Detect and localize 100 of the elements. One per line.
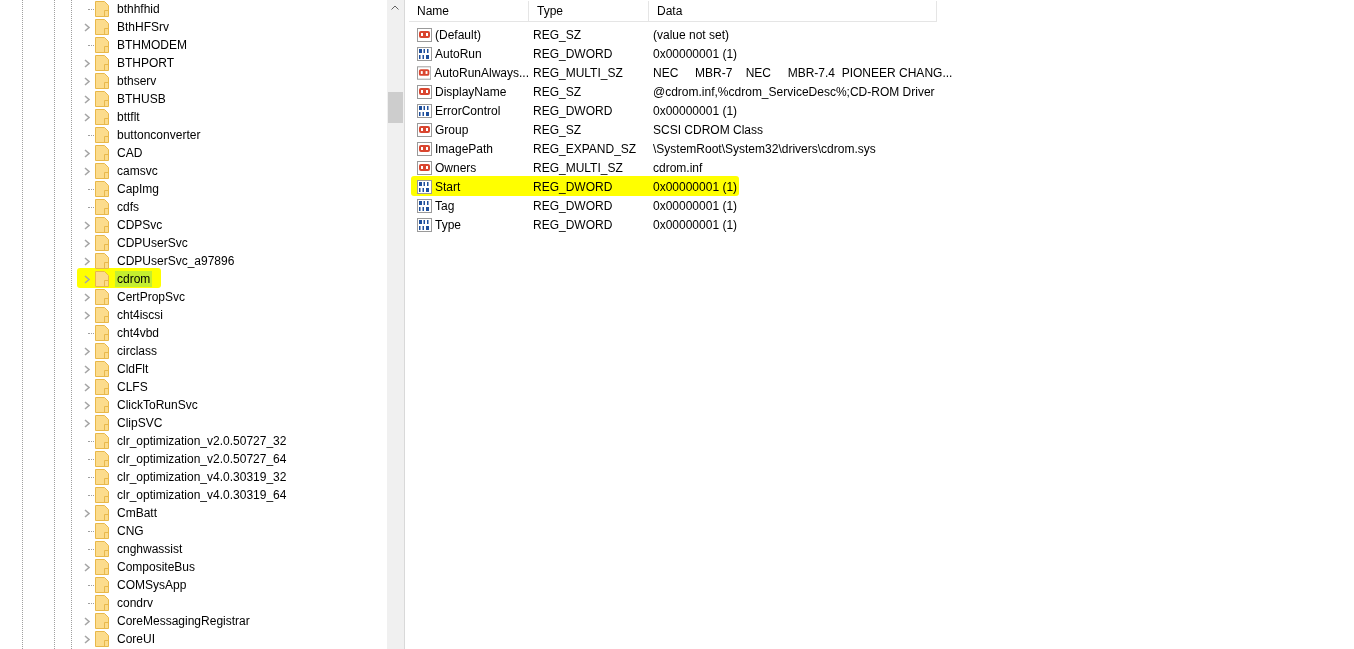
folder-icon	[95, 91, 109, 107]
tree-item[interactable]: CmBatt	[115, 505, 159, 521]
chevron-icon[interactable]	[83, 310, 91, 320]
chevron-icon[interactable]	[83, 256, 91, 266]
tree-item[interactable]: clr_optimization_v4.0.30319_32	[115, 469, 289, 485]
chevron-icon[interactable]	[83, 400, 91, 410]
string-value-icon	[417, 27, 432, 42]
column-header[interactable]: Name	[409, 0, 529, 21]
tree-item[interactable]: CldFlt	[115, 361, 151, 377]
value-name[interactable]: AutoRun	[435, 46, 482, 61]
tree-item[interactable]: clr_optimization_v2.0.50727_32	[115, 433, 289, 449]
tree-item[interactable]: CLFS	[115, 379, 150, 395]
tree-item[interactable]: ClickToRunSvc	[115, 397, 200, 413]
tree-item[interactable]: CertPropSvc	[115, 289, 188, 305]
folder-icon	[95, 307, 109, 323]
chevron-icon[interactable]	[83, 238, 91, 248]
tree-item[interactable]: CoreMessagingRegistrar	[115, 613, 252, 629]
value-type: REG_MULTI_SZ	[532, 65, 624, 80]
chevron-icon[interactable]	[83, 274, 91, 284]
chevron-icon[interactable]	[83, 58, 91, 68]
tree-item[interactable]: CDPUserSvc	[115, 235, 190, 251]
folder-icon	[95, 451, 109, 467]
value-data: 0x00000001 (1)	[652, 46, 739, 61]
tree-item[interactable]: BTHPORT	[115, 55, 177, 71]
value-type: REG_DWORD	[532, 179, 614, 194]
folder-icon	[95, 145, 109, 161]
chevron-icon[interactable]	[83, 616, 91, 626]
value-name[interactable]: ImagePath	[435, 141, 494, 156]
tree-item[interactable]: CoreUI	[115, 631, 157, 647]
scroll-thumb[interactable]	[388, 92, 403, 123]
value-name[interactable]: (Default)	[435, 27, 481, 42]
chevron-icon[interactable]	[83, 112, 91, 122]
tree-item[interactable]: BthHFSrv	[115, 19, 171, 35]
folder-icon	[95, 217, 109, 233]
value-type: REG_DWORD	[532, 217, 614, 232]
tree-item[interactable]: cnghwassist	[115, 541, 185, 557]
folder-icon	[95, 361, 109, 377]
value-name[interactable]: AutoRunAlways...	[434, 65, 529, 80]
chevron-icon[interactable]	[83, 562, 91, 572]
column-header[interactable]: Data	[649, 0, 937, 21]
chevron-icon[interactable]	[83, 148, 91, 158]
value-name[interactable]: DisplayName	[435, 84, 507, 99]
chevron-icon[interactable]	[83, 292, 91, 302]
tree-item[interactable]: cht4vbd	[115, 325, 162, 341]
tree-item[interactable]: clr_optimization_v2.0.50727_64	[115, 451, 289, 467]
tree-item[interactable]: CNG	[115, 523, 146, 539]
value-name[interactable]: ErrorControl	[435, 103, 501, 118]
chevron-icon[interactable]	[83, 166, 91, 176]
value-name[interactable]: Start	[435, 179, 461, 194]
scroll-up-icon[interactable]	[391, 5, 399, 10]
folder-icon	[95, 289, 109, 305]
tree-item[interactable]: bttflt	[115, 109, 142, 125]
chevron-icon[interactable]	[83, 364, 91, 374]
chevron-icon[interactable]	[83, 508, 91, 518]
chevron-icon[interactable]	[83, 418, 91, 428]
value-data: 0x00000001 (1)	[652, 103, 739, 118]
string-value-icon	[417, 141, 432, 156]
tree-item[interactable]: CDPUserSvc_a97896	[115, 253, 237, 269]
tree-item[interactable]: cdrom	[115, 271, 153, 287]
tree-item[interactable]: bthserv	[115, 73, 159, 89]
tree-item[interactable]: BTHUSB	[115, 91, 168, 107]
tree-item[interactable]: cdfs	[115, 199, 141, 215]
folder-icon	[95, 523, 109, 539]
value-name[interactable]: Group	[435, 122, 469, 137]
tree-item[interactable]: CAD	[115, 145, 145, 161]
tree-item[interactable]: BTHMODEM	[115, 37, 189, 53]
chevron-icon[interactable]	[83, 220, 91, 230]
tree-item[interactable]: clr_optimization_v4.0.30319_64	[115, 487, 289, 503]
chevron-icon[interactable]	[83, 94, 91, 104]
folder-icon	[95, 127, 109, 143]
value-data: @cdrom.inf,%cdrom_ServiceDesc%;CD-ROM Driver	[652, 84, 936, 99]
tree-item[interactable]: COMSysApp	[115, 577, 189, 593]
tree-item[interactable]: CompositeBus	[115, 559, 198, 575]
tree-item[interactable]: condrv	[115, 595, 156, 611]
value-name[interactable]: Owners	[435, 160, 477, 175]
value-name[interactable]: Type	[435, 217, 461, 232]
tree-item[interactable]: CapImg	[115, 181, 162, 197]
folder-icon	[95, 109, 109, 125]
tree-item[interactable]: bthhfhid	[115, 1, 162, 17]
chevron-icon[interactable]	[83, 22, 91, 32]
chevron-icon[interactable]	[83, 346, 91, 356]
value-type: REG_DWORD	[532, 198, 614, 213]
value-type: REG_SZ	[532, 122, 582, 137]
chevron-icon[interactable]	[83, 76, 91, 86]
tree-item[interactable]: ClipSVC	[115, 415, 165, 431]
tree-item[interactable]: CDPSvc	[115, 217, 165, 233]
value-name[interactable]: Tag	[435, 198, 455, 213]
scroll-bar[interactable]	[387, 0, 404, 649]
folder-icon	[95, 433, 109, 449]
binary-value-icon	[417, 103, 432, 118]
value-type: REG_EXPAND_SZ	[532, 141, 638, 156]
chevron-icon[interactable]	[83, 382, 91, 392]
tree-item[interactable]: circlass	[115, 343, 159, 359]
value-type: REG_MULTI_SZ	[532, 160, 624, 175]
value-type: REG_SZ	[532, 27, 582, 42]
column-header[interactable]: Type	[529, 0, 649, 21]
tree-item[interactable]: camsvc	[115, 163, 160, 179]
tree-item[interactable]: buttonconverter	[115, 127, 203, 143]
tree-item[interactable]: cht4iscsi	[115, 307, 165, 323]
chevron-icon[interactable]	[83, 634, 91, 644]
